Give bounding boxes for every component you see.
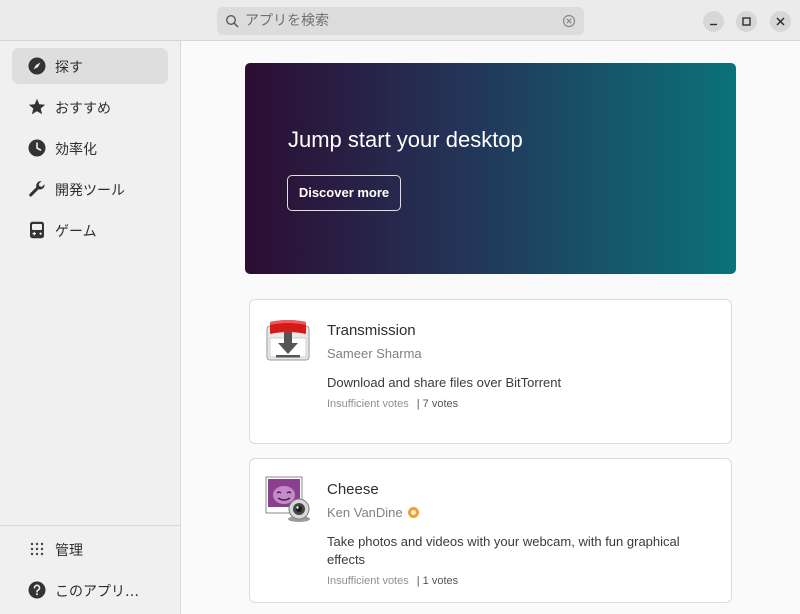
sidebar-divider [0, 525, 180, 526]
featured-banner: Jump start your desktop Discover more [245, 63, 736, 274]
gamepad-icon [30, 221, 44, 239]
grid-icon [30, 542, 44, 556]
sidebar-item-explore[interactable]: 探す [12, 48, 168, 84]
developer-name: Ken VanDine [327, 505, 403, 520]
close-icon [776, 17, 785, 26]
header-bar [0, 0, 800, 41]
app-rating: Insufficient votes | 7 votes [327, 398, 458, 410]
sidebar-item-label: 探す [55, 60, 83, 76]
wrench-icon [29, 181, 45, 197]
app-summary: Download and share files over BitTorrent [327, 375, 562, 390]
cheese-icon [265, 476, 310, 522]
search-icon [225, 14, 239, 28]
sidebar-item-about[interactable]: このアプリ… [12, 572, 168, 608]
app-name: Cheese [327, 481, 379, 498]
sidebar-item-label: おすすめ [55, 101, 111, 117]
vote-count: | 7 votes [416, 398, 459, 410]
maximize-icon [742, 17, 751, 26]
star-icon [28, 98, 46, 115]
sidebar-item-label: 管理 [55, 543, 83, 559]
search-box[interactable] [217, 7, 584, 35]
sidebar-item-manage[interactable]: 管理 [12, 531, 168, 567]
sidebar: 探す おすすめ 効率化 開発ツール ゲーム 管理 このアプリ… [0, 41, 181, 614]
app-card-cheese[interactable]: Cheese Ken VanDine Take photos and video… [249, 458, 732, 603]
app-rating: Insufficient votes | 1 votes [327, 575, 458, 587]
sidebar-item-games[interactable]: ゲーム [12, 212, 168, 248]
banner-title: Jump start your desktop [288, 127, 523, 152]
sidebar-item-label: このアプリ… [55, 584, 139, 600]
clear-search-icon[interactable] [562, 14, 576, 28]
search-input[interactable] [245, 10, 545, 32]
sidebar-item-featured[interactable]: おすすめ [12, 89, 168, 125]
transmission-icon [266, 320, 310, 361]
minimize-button[interactable] [703, 11, 724, 32]
sidebar-item-productivity[interactable]: 効率化 [12, 130, 168, 166]
minimize-icon [710, 23, 717, 26]
sidebar-item-label: 効率化 [55, 142, 97, 158]
sidebar-item-label: 開発ツール [55, 183, 125, 199]
discover-more-button[interactable]: Discover more [287, 175, 401, 211]
rating-text: Insufficient votes [327, 398, 409, 410]
vote-count: | 1 votes [416, 575, 459, 587]
verified-badge-icon [407, 507, 419, 518]
app-name: Transmission [327, 322, 416, 339]
help-icon [28, 581, 46, 599]
sidebar-item-developer-tools[interactable]: 開発ツール [12, 171, 168, 207]
clock-icon [28, 139, 46, 157]
rating-text: Insufficient votes [327, 575, 409, 587]
app-developer: Ken VanDine [327, 505, 419, 520]
app-card-transmission[interactable]: Transmission Sameer Sharma Download and … [249, 299, 732, 444]
compass-icon [28, 57, 46, 75]
maximize-button[interactable] [736, 11, 757, 32]
app-summary: Take photos and videos with your webcam,… [327, 534, 680, 567]
close-button[interactable] [770, 11, 791, 32]
app-developer: Sameer Sharma [327, 346, 422, 361]
sidebar-item-label: ゲーム [55, 224, 97, 240]
